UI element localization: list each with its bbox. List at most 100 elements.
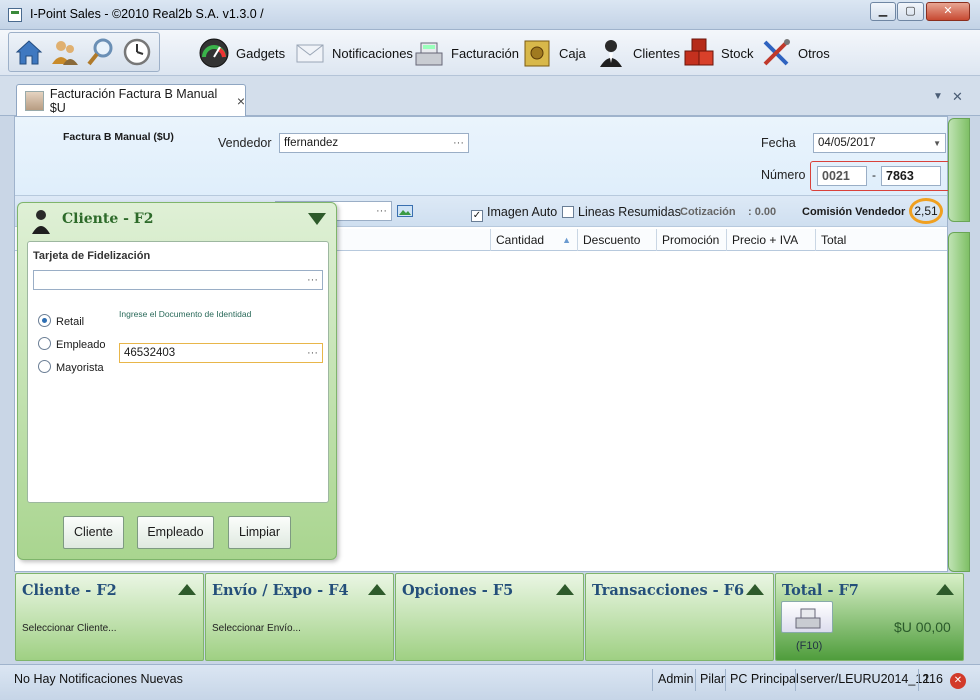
cash-register-icon xyxy=(795,608,821,629)
cash-register-icon xyxy=(415,42,443,66)
radio-selected-icon xyxy=(38,314,51,327)
quick-access-bar xyxy=(8,32,160,72)
section-opciones[interactable]: Opciones - F5 xyxy=(395,573,584,661)
column-cantidad[interactable]: Cantidad ▲ xyxy=(490,229,577,251)
expand-triangle-icon[interactable] xyxy=(746,584,764,595)
radio-empleado[interactable]: Empleado xyxy=(38,337,106,351)
toolbar-notificaciones[interactable]: Notificaciones xyxy=(294,34,413,72)
numero-field[interactable]: 7863 xyxy=(881,166,941,186)
status-notifications[interactable]: No Hay Notificaciones Nuevas xyxy=(14,672,183,686)
radio-unselected-icon xyxy=(38,337,51,350)
bottom-sections: Cliente - F2 Seleccionar Cliente... Enví… xyxy=(14,573,964,661)
checkbox-checked-icon: ✓ xyxy=(471,210,483,222)
app-icon xyxy=(8,8,22,22)
column-promocion[interactable]: Promoción xyxy=(656,229,726,251)
radio-unselected-icon xyxy=(38,360,51,373)
chevron-down-icon[interactable]: ▼ xyxy=(933,135,941,153)
toolbar-stock[interactable]: Stock xyxy=(683,34,754,72)
tarjeta-label: Tarjeta de Fidelización xyxy=(33,250,151,262)
status-number: 116 xyxy=(923,672,943,686)
home-icon[interactable] xyxy=(13,36,45,68)
tab-dropdown-icon[interactable]: ▼ xyxy=(933,91,943,102)
toolbar-notificaciones-label: Notificaciones xyxy=(332,45,413,61)
collapse-triangle-icon[interactable] xyxy=(308,213,326,225)
column-precio-iva[interactable]: Precio + IVA xyxy=(726,229,815,251)
imagen-auto-checkbox[interactable]: ✓ Imagen Auto xyxy=(471,205,557,222)
cliente-popup: Cliente - F2 Tarjeta de Fidelización ···… xyxy=(17,202,337,560)
lineas-resumidas-checkbox[interactable]: Lineas Resumidas xyxy=(562,205,681,219)
section-transacciones[interactable]: Transacciones - F6 xyxy=(585,573,774,661)
right-side-panel-top[interactable] xyxy=(948,118,970,222)
toolbar-gadgets-label: Gadgets xyxy=(236,45,286,61)
status-user: Admin xyxy=(658,672,694,686)
invoice-header: Factura B Manual ($U) Vendedor ffernande… xyxy=(15,117,952,195)
tarjeta-field[interactable]: ··· xyxy=(33,270,323,290)
ellipsis-icon[interactable]: ··· xyxy=(307,344,318,362)
safe-icon xyxy=(524,40,550,67)
toolbar-clientes-label: Clientes xyxy=(633,45,680,61)
toolbar-caja-label: Caja xyxy=(559,45,586,61)
right-side-panel-bottom[interactable] xyxy=(948,232,970,572)
status-divider xyxy=(918,669,919,691)
tab-close-icon[interactable]: × xyxy=(237,93,245,109)
vendedor-label: Vendedor xyxy=(218,136,272,150)
numero-prefix-field[interactable]: 0021 xyxy=(817,166,867,186)
expand-triangle-icon[interactable] xyxy=(178,584,196,595)
close-button[interactable]: ✕ xyxy=(926,2,970,21)
toolbar-gadgets[interactable]: Gadgets xyxy=(198,34,285,72)
section-envio[interactable]: Envío / Expo - F4 Seleccionar Envío... xyxy=(205,573,394,661)
expand-triangle-icon[interactable] xyxy=(368,584,386,595)
toolbar-otros[interactable]: Otros xyxy=(760,34,830,72)
ellipsis-icon[interactable]: ··· xyxy=(453,134,464,152)
toolbar-stock-label: Stock xyxy=(721,45,754,61)
status-divider xyxy=(795,669,796,691)
ellipsis-icon[interactable]: ··· xyxy=(307,271,318,289)
column-descuento[interactable]: Descuento xyxy=(577,229,656,251)
radio-retail[interactable]: Retail xyxy=(38,314,84,328)
section-transacciones-title: Transacciones - F6 xyxy=(592,582,745,599)
empleado-button[interactable]: Empleado xyxy=(137,516,214,549)
toolbar-caja[interactable]: Caja xyxy=(521,34,586,72)
maximize-button[interactable]: ▢ xyxy=(897,2,924,21)
fecha-value: 04/05/2017 xyxy=(818,137,876,149)
radio-mayorista[interactable]: Mayorista xyxy=(38,360,104,374)
tab-facturacion-factura-b[interactable]: Facturación Factura B Manual $U × xyxy=(16,84,246,116)
lineas-resumidas-label: Lineas Resumidas xyxy=(578,205,681,219)
documento-value: 46532403 xyxy=(124,347,176,359)
search-icon[interactable] xyxy=(85,36,117,68)
toolbar-clientes[interactable]: Clientes xyxy=(595,34,680,72)
status-divider xyxy=(652,669,653,691)
person-icon xyxy=(600,40,622,67)
expand-triangle-icon[interactable] xyxy=(556,584,574,595)
cliente-form: Tarjeta de Fidelización ··· Retail Emple… xyxy=(27,241,329,503)
total-amount: $U 00,00 xyxy=(894,619,951,635)
vendedor-field[interactable]: ffernandez ··· xyxy=(279,133,469,153)
document-title: Factura B Manual ($U) xyxy=(63,131,174,143)
section-total[interactable]: Total - F7 (F10) $U 00,00 xyxy=(775,573,964,661)
limpiar-button[interactable]: Limpiar xyxy=(228,516,291,549)
section-opciones-title: Opciones - F5 xyxy=(402,582,514,599)
minimize-button[interactable]: ▁ xyxy=(870,2,896,21)
radio-retail-label: Retail xyxy=(56,316,85,328)
documento-field[interactable]: 46532403 ··· xyxy=(119,343,323,363)
column-total[interactable]: Total xyxy=(815,229,947,251)
section-cliente[interactable]: Cliente - F2 Seleccionar Cliente... xyxy=(15,573,204,661)
users-icon[interactable] xyxy=(49,36,81,68)
radio-mayorista-label: Mayorista xyxy=(56,362,104,374)
clock-icon[interactable] xyxy=(121,36,153,68)
toolbar-facturacion[interactable]: Facturación xyxy=(413,34,519,72)
cliente-button[interactable]: Cliente xyxy=(63,516,124,549)
cobrar-button[interactable] xyxy=(781,601,833,633)
column-cantidad-label: Cantidad xyxy=(496,233,545,247)
ellipsis-icon[interactable]: ··· xyxy=(376,202,387,220)
cotizacion-value: : 0.00 xyxy=(748,206,777,218)
fecha-datepicker[interactable]: 04/05/2017 ▼ xyxy=(813,133,946,153)
image-preview-icon[interactable] xyxy=(397,205,413,217)
sort-ascending-icon: ▲ xyxy=(562,235,571,245)
cotizacion-label: Cotización xyxy=(680,206,736,218)
error-icon[interactable]: ✕ xyxy=(950,673,966,689)
status-divider xyxy=(695,669,696,691)
expand-triangle-icon[interactable] xyxy=(936,584,954,595)
numero-separator: - xyxy=(872,168,876,182)
close-all-tabs-icon[interactable]: ✕ xyxy=(952,89,963,105)
